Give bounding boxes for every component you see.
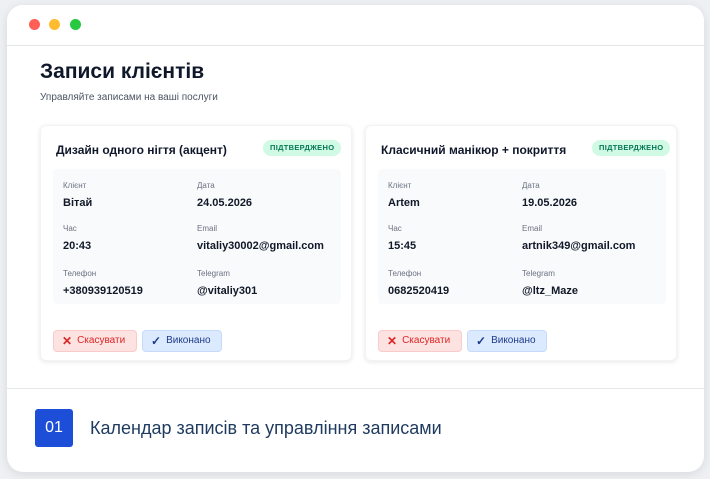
booking-details: Клієнт Artem Дата 19.05.2026 Час 15:45 E…	[378, 169, 666, 304]
x-icon: ✕	[387, 334, 398, 348]
phone-value: 0682520419	[388, 285, 450, 297]
date-field: Дата 24.05.2026	[197, 181, 252, 209]
time-value: 15:45	[388, 240, 417, 252]
titlebar-divider	[7, 45, 704, 46]
maximize-window-button[interactable]	[70, 19, 81, 30]
booking-service-title: Дизайн одного нігтя (акцент)	[56, 143, 227, 157]
step-number-badge: 01	[35, 409, 73, 447]
done-button[interactable]: ✓ Виконано	[467, 330, 547, 352]
date-label: Дата	[522, 181, 540, 190]
cancel-button[interactable]: ✕ Скасувати	[378, 330, 462, 352]
email-value: vitaliy30002@gmail.com	[197, 240, 324, 252]
done-button-label: Виконано	[491, 335, 536, 346]
client-value: Artem	[388, 197, 420, 209]
cancel-button[interactable]: ✕ Скасувати	[53, 330, 137, 352]
telegram-value: @vitaliy301	[197, 285, 258, 297]
status-badge: ПІДТВЕРДЖЕНО	[263, 140, 342, 156]
email-label: Email	[522, 224, 543, 233]
time-label: Час	[388, 224, 402, 233]
app-window: Записи клієнтів Управляйте записами на в…	[7, 5, 704, 472]
phone-label: Телефон	[63, 269, 97, 278]
time-field: Час 20:43	[63, 224, 91, 252]
x-icon: ✕	[62, 334, 73, 348]
telegram-field: Telegram @vitaliy301	[197, 269, 257, 297]
footer-divider	[7, 388, 704, 389]
telegram-label: Telegram	[197, 269, 230, 278]
email-field: Email vitaliy30002@gmail.com	[197, 224, 324, 252]
check-icon: ✓	[151, 334, 162, 348]
done-button[interactable]: ✓ Виконано	[142, 330, 222, 352]
step-caption: Календар записів та управління записами	[90, 418, 442, 438]
date-value: 24.05.2026	[197, 197, 253, 209]
time-field: Час 15:45	[388, 224, 416, 252]
booking-card: Класичний манікюр + покриття ПІДТВЕРДЖЕН…	[365, 125, 677, 361]
page-subtitle: Управляйте записами на ваші послуги	[40, 92, 218, 103]
window-titlebar	[7, 5, 704, 45]
time-value: 20:43	[63, 240, 92, 252]
date-value: 19.05.2026	[522, 197, 578, 209]
cancel-button-label: Скасувати	[77, 335, 126, 346]
phone-label: Телефон	[388, 269, 422, 278]
booking-service-title: Класичний манікюр + покриття	[381, 143, 567, 157]
done-button-label: Виконано	[166, 335, 211, 346]
status-badge: ПІДТВЕРДЖЕНО	[592, 140, 671, 156]
client-field: Клієнт Artem	[388, 181, 420, 209]
phone-field: Телефон +380939120519	[63, 269, 143, 297]
minimize-window-button[interactable]	[49, 19, 60, 30]
date-label: Дата	[197, 181, 215, 190]
telegram-label: Telegram	[522, 269, 555, 278]
time-label: Час	[63, 224, 77, 233]
close-window-button[interactable]	[29, 19, 40, 30]
check-icon: ✓	[476, 334, 487, 348]
phone-field: Телефон 0682520419	[388, 269, 449, 297]
page-title: Записи клієнтів	[40, 60, 205, 83]
client-field: Клієнт Вітай	[63, 181, 92, 209]
telegram-field: Telegram @ltz_Maze	[522, 269, 578, 297]
cancel-button-label: Скасувати	[402, 335, 451, 346]
telegram-value: @ltz_Maze	[522, 285, 578, 297]
email-value: artnik349@gmail.com	[522, 240, 636, 252]
client-label: Клієнт	[388, 181, 412, 190]
email-label: Email	[197, 224, 218, 233]
client-value: Вітай	[63, 197, 93, 209]
booking-details: Клієнт Вітай Дата 24.05.2026 Час 20:43 E…	[53, 169, 341, 304]
client-label: Клієнт	[63, 181, 87, 190]
email-field: Email artnik349@gmail.com	[522, 224, 635, 252]
booking-card: Дизайн одного нігтя (акцент) ПІДТВЕРДЖЕН…	[40, 125, 352, 361]
date-field: Дата 19.05.2026	[522, 181, 577, 209]
phone-value: +380939120519	[63, 285, 143, 297]
